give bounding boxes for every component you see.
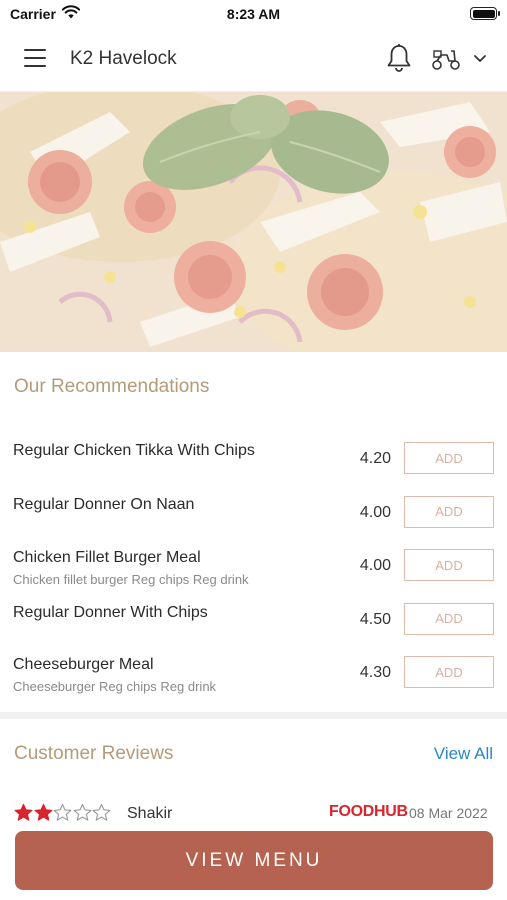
reviewer-name: Shakir: [127, 805, 173, 822]
battery-icon: [470, 7, 500, 20]
item-name: Cheeseburger Meal: [13, 656, 154, 673]
foodhub-logo: FOODHUB: [329, 803, 408, 820]
list-item: Chicken Fillet Burger Meal Chicken fille…: [0, 539, 507, 593]
item-name: Chicken Fillet Burger Meal: [13, 549, 201, 566]
recommendations-list: Regular Chicken Tikka With Chips 4.20 AD…: [0, 432, 507, 700]
list-item: Regular Donner With Chips 4.50 ADD: [0, 593, 507, 647]
view-all-link[interactable]: View All: [434, 744, 493, 764]
star-empty-icon: [92, 803, 111, 821]
item-description: Chicken fillet burger Reg chips Reg drin…: [13, 572, 249, 587]
item-description: Cheeseburger Reg chips Reg drink: [13, 679, 217, 694]
add-button[interactable]: ADD: [404, 549, 494, 581]
star-empty-icon: [53, 803, 72, 821]
review-date: 08 Mar 2022: [409, 805, 488, 821]
list-item: Regular Donner On Naan 4.00 ADD: [0, 486, 507, 540]
item-price: 4.30: [359, 664, 391, 681]
add-button[interactable]: ADD: [404, 495, 494, 528]
add-button[interactable]: ADD: [404, 656, 494, 688]
recommendations-title: Our Recommendations: [14, 376, 210, 397]
view-menu-button[interactable]: VIEW MENU: [15, 831, 493, 890]
item-price: 4.00: [359, 557, 391, 574]
chevron-down-icon[interactable]: [473, 54, 487, 64]
status-time: 8:23 AM: [226, 6, 281, 22]
item-name: Regular Chicken Tikka With Chips: [13, 442, 255, 459]
star-rating: [14, 803, 112, 823]
review-item: Shakir FOODHUB 08 Mar 2022: [14, 803, 494, 825]
item-price: 4.50: [359, 610, 391, 628]
store-name: K2 Havelock: [70, 48, 177, 69]
add-button[interactable]: ADD: [404, 442, 494, 474]
hero-image: [0, 92, 507, 352]
bell-icon[interactable]: [386, 43, 412, 73]
list-item: Regular Chicken Tikka With Chips 4.20 AD…: [0, 432, 507, 486]
add-button[interactable]: ADD: [404, 602, 494, 635]
menu-icon[interactable]: [24, 49, 46, 67]
item-name: Regular Donner With Chips: [13, 603, 208, 621]
star-empty-icon: [73, 803, 91, 821]
item-name: Regular Donner On Naan: [13, 495, 195, 513]
item-price: 4.00: [359, 503, 391, 521]
list-item: Cheeseburger Meal Cheeseburger Reg chips…: [0, 646, 507, 700]
scooter-icon[interactable]: [431, 47, 461, 71]
status-bar: Carrier 8:23 AM: [0, 0, 507, 28]
star-filled-icon: [14, 803, 33, 821]
reviews-title: Customer Reviews: [14, 743, 174, 764]
app-header: K2 Havelock: [0, 28, 507, 92]
star-filled-icon: [34, 803, 52, 821]
section-divider: [0, 712, 507, 719]
item-price: 4.20: [359, 450, 391, 467]
